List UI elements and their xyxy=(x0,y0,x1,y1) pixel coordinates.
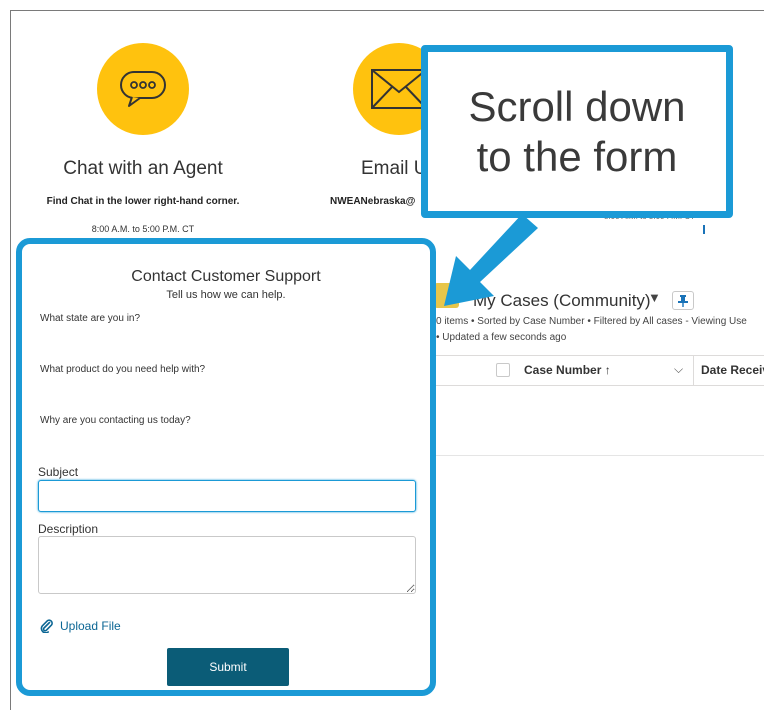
column-header-date-received[interactable]: Date Receiv xyxy=(701,363,764,377)
chat-bubble-icon[interactable] xyxy=(97,43,189,135)
email-us-title[interactable]: Email U xyxy=(361,158,428,180)
upload-file-label[interactable]: Upload File xyxy=(60,619,121,633)
caret-down-icon[interactable]: ▼ xyxy=(648,290,661,305)
description-label: Description xyxy=(38,522,99,536)
question-product: What product do you need help with? xyxy=(40,364,206,375)
question-state: What state are you in? xyxy=(40,313,141,324)
subject-input[interactable] xyxy=(38,480,416,512)
question-reason: Why are you contacting us today? xyxy=(40,415,191,426)
form-subtitle: Tell us how we can help. xyxy=(166,289,286,301)
subject-label: Subject xyxy=(38,465,79,479)
email-address[interactable]: NWEANebraska@ xyxy=(330,196,415,207)
scroll-instruction-callout: Scroll down to the form xyxy=(421,45,733,218)
chat-hours: 8:00 A.M. to 5:00 P.M. CT xyxy=(91,224,195,234)
callout-line-1: Scroll down xyxy=(468,82,686,130)
callout-line-2: to the form xyxy=(476,132,678,180)
column-divider xyxy=(693,356,694,385)
select-all-checkbox[interactable] xyxy=(496,363,510,377)
pin-list-button[interactable] xyxy=(672,291,694,310)
chevron-down-icon[interactable]: ⌵ xyxy=(674,362,683,377)
phone-link-fragment xyxy=(703,225,705,234)
upload-file-link[interactable]: Upload File xyxy=(40,619,121,633)
list-updated-info: • Updated a few seconds ago xyxy=(436,332,567,343)
form-title: Contact Customer Support xyxy=(131,268,321,285)
callout-arrow xyxy=(444,214,538,306)
contact-support-form: Contact Customer Support Tell us how we … xyxy=(16,238,436,696)
pin-icon xyxy=(678,294,688,307)
submit-button[interactable]: Submit xyxy=(167,648,289,686)
chat-agent-title[interactable]: Chat with an Agent xyxy=(40,158,246,180)
description-textarea[interactable] xyxy=(38,536,416,594)
column-header-case-number[interactable]: Case Number ↑ xyxy=(524,363,611,377)
table-bottom-border xyxy=(436,455,764,456)
paperclip-icon xyxy=(40,619,53,633)
chat-location-note: Find Chat in the lower right-hand corner… xyxy=(46,196,240,207)
